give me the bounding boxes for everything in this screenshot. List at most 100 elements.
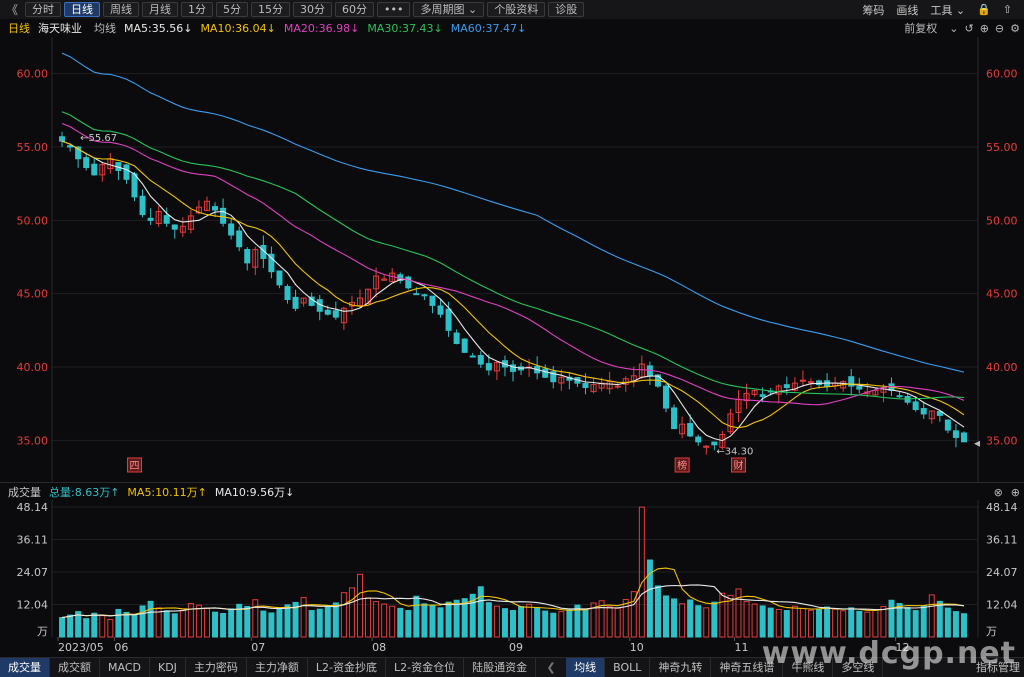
period-tab[interactable]: 个股资料	[487, 2, 546, 17]
candle-body	[91, 163, 98, 176]
volume-bar	[212, 611, 219, 638]
volume-bar	[373, 601, 380, 638]
toolbar-right-item[interactable]: 🔒	[977, 3, 991, 16]
price-tick-label: 50.00	[17, 214, 49, 227]
period-tab[interactable]: 多周期图 ⌄	[413, 2, 485, 17]
volume-bar	[244, 605, 251, 638]
indicator-tab[interactable]: 成交量	[0, 657, 50, 677]
volume-bar	[510, 610, 516, 638]
volume-tick-label: 24.07	[986, 566, 1018, 579]
indicator-manage-button[interactable]: 指标管理	[976, 658, 1020, 677]
period-tab[interactable]: 1分	[181, 2, 214, 17]
indicator-tab[interactable]: 神奇五线谱	[711, 657, 784, 677]
x-axis-label: 2023/05	[58, 641, 104, 654]
period-tab[interactable]: 日线	[64, 2, 101, 17]
kline-chart[interactable]: 60.00 60.00 55.00 55.00 50.00 50.00 45.00 45.00…	[0, 37, 1024, 657]
volume-bar	[365, 597, 372, 638]
volume-bar	[791, 605, 798, 638]
period-tab[interactable]: 60分	[335, 2, 375, 17]
candle-body	[220, 207, 227, 224]
toolbar-right-item[interactable]: 画线	[896, 2, 918, 18]
period-label: 日线	[8, 22, 30, 35]
indicator-tab[interactable]: 主力净额	[247, 657, 308, 677]
legend-tool-icon[interactable]: ⌄	[949, 22, 958, 35]
volume-tool-icon[interactable]: ⊗	[994, 486, 1003, 499]
volume-bar	[759, 605, 766, 638]
legend-tool-icon[interactable]: ⊖	[995, 22, 1004, 35]
toolbar-right-item[interactable]: ⇧	[1003, 3, 1012, 16]
collapse-icon[interactable]: ❮	[536, 658, 566, 677]
indicator-tab[interactable]: 成交额	[50, 657, 100, 677]
volume-bar	[679, 603, 686, 638]
period-tab[interactable]: 诊股	[548, 2, 585, 17]
candle-body	[695, 436, 702, 443]
indicator-tab[interactable]: KDJ	[150, 657, 186, 677]
volume-bar	[179, 609, 186, 638]
period-tab[interactable]: •••	[377, 2, 411, 17]
back-icon[interactable]: 《	[6, 1, 18, 18]
indicator-tab[interactable]: L2-资金仓位	[386, 657, 465, 677]
ma-value: MA10:36.04↓	[200, 21, 276, 35]
volume-bar	[413, 595, 420, 638]
ma-value: MA20:36.98↓	[283, 21, 360, 35]
volume-bar	[228, 608, 235, 638]
candle-body	[212, 206, 219, 211]
indicator-tab[interactable]: 牛熊线	[783, 657, 834, 677]
volume-bar	[348, 587, 355, 638]
indicator-tab[interactable]: MACD	[100, 657, 150, 677]
indicator-tab[interactable]: 神奇九转	[650, 657, 712, 677]
price-tick-label: 45.00	[986, 288, 1018, 301]
volume-bar	[220, 613, 227, 638]
candle-body	[163, 215, 170, 224]
volume-tool-icon[interactable]: ⊕	[1011, 486, 1020, 499]
volume-value: MA5:10.11万↑	[127, 485, 207, 499]
candle-body	[123, 164, 130, 180]
volume-bar	[646, 559, 653, 638]
candle-body	[687, 423, 694, 437]
volume-bar	[91, 612, 98, 638]
volume-bar	[268, 612, 275, 638]
period-tab[interactable]: 周线	[103, 2, 140, 17]
indicator-tab[interactable]: 均线	[566, 657, 606, 677]
period-tab[interactable]: 15分	[251, 2, 291, 17]
indicator-tab[interactable]: BOLL	[605, 657, 651, 677]
x-axis-label: 11	[734, 641, 748, 654]
candle-body	[421, 294, 428, 297]
legend-tool-icon[interactable]: ⚙	[1010, 22, 1020, 35]
volume-bar	[671, 598, 678, 638]
candle-body	[437, 305, 444, 315]
legend-tool-icon[interactable]: ↺	[964, 22, 973, 35]
toolbar-right-item[interactable]: 工具 ⌄	[930, 2, 965, 18]
stock-name[interactable]: 海天味业	[38, 20, 82, 36]
volume-bar	[880, 605, 887, 638]
ma-label[interactable]: 均线	[94, 20, 116, 36]
indicator-tab[interactable]: L2-资金抄底	[308, 657, 387, 677]
volume-bar	[614, 607, 621, 638]
price-legend-tools: 前复权 ⌄ ↺ ⊕ ⊖ ⚙	[898, 19, 1020, 37]
period-tab[interactable]: 分时	[25, 2, 62, 17]
indicator-tab[interactable]: 多空线	[833, 657, 884, 677]
ma-values: MA5:35.56↓ MA10:36.04↓ MA20:36.98↓ MA30:37.…	[116, 22, 526, 35]
candle-body	[244, 249, 251, 264]
volume-bar	[606, 606, 613, 638]
candle-body	[759, 394, 766, 397]
period-tab[interactable]: 30分	[293, 2, 333, 17]
candle-body	[292, 296, 299, 309]
x-axis-label: 07	[251, 641, 265, 654]
volume-bar	[493, 605, 500, 638]
volume-tick-label: 36.11	[986, 533, 1018, 546]
candle-body	[413, 293, 420, 296]
volume-bar	[147, 600, 154, 638]
adjust-mode-label[interactable]: 前复权	[904, 20, 937, 36]
legend-tool-icon[interactable]: ⊕	[980, 22, 989, 35]
period-tab[interactable]: 5分	[216, 2, 249, 17]
indicator-tab[interactable]: 陆股通资金	[464, 657, 537, 677]
volume-value: 总量:8.63万↑	[49, 485, 120, 499]
candle-body	[807, 381, 814, 384]
volume-bar	[622, 598, 629, 638]
indicator-tab[interactable]: 主力密码	[186, 657, 247, 677]
volume-indicator-name[interactable]: 成交量	[8, 484, 41, 500]
volume-bar	[896, 603, 903, 638]
toolbar-right-item[interactable]: 筹码	[862, 2, 884, 18]
period-tab[interactable]: 月线	[142, 2, 179, 17]
